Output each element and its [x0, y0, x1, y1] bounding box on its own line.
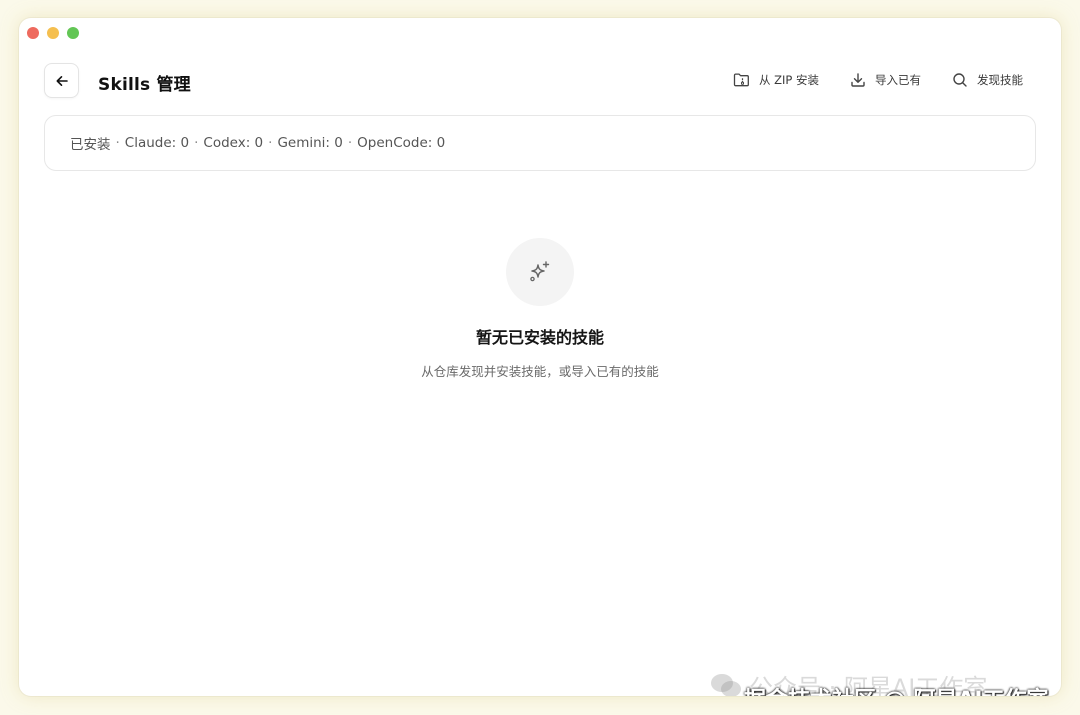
- wechat-icon: [711, 673, 741, 696]
- maximize-window-button[interactable]: [67, 27, 79, 39]
- page-title: Skills 管理: [98, 75, 191, 95]
- discover-skills-button[interactable]: 发现技能: [952, 72, 1023, 88]
- screen: Skills 管理 从 ZIP 安装 导入已有 发现技能 已安装 · Claud…: [0, 0, 1080, 715]
- app-window: Skills 管理 从 ZIP 安装 导入已有 发现技能 已安装 · Claud…: [19, 18, 1061, 696]
- search-icon: [953, 73, 967, 87]
- install-from-zip-button[interactable]: 从 ZIP 安装: [733, 72, 819, 88]
- sparkles-icon: [530, 261, 550, 282]
- separator-dot: ·: [347, 135, 353, 151]
- codex-count: Codex: 0: [203, 135, 264, 151]
- import-existing-button[interactable]: 导入已有: [850, 72, 921, 88]
- close-window-button[interactable]: [27, 27, 39, 39]
- arrow-left-icon: [56, 75, 68, 86]
- separator-dot: ·: [268, 135, 273, 151]
- gemini-count: Gemini: 0: [277, 135, 343, 151]
- empty-state-title: 暂无已安装的技能: [475, 328, 604, 347]
- separator-dot: ·: [194, 135, 199, 151]
- claude-count: Claude: 0: [124, 135, 190, 151]
- back-button[interactable]: [44, 63, 79, 98]
- install-from-zip-label: 从 ZIP 安装: [758, 73, 819, 87]
- header-actions: 从 ZIP 安装 导入已有 发现技能: [702, 72, 1023, 88]
- folder-zip-icon: [733, 73, 749, 87]
- download-icon: [851, 73, 865, 87]
- opencode-count: OpenCode: 0: [357, 135, 446, 151]
- installed-summary-bar: 已安装 · Claude: 0 · Codex: 0 · Gemini: 0 ·…: [44, 115, 1036, 171]
- discover-skills-label: 发现技能: [977, 73, 1023, 87]
- import-existing-label: 导入已有: [875, 73, 921, 87]
- minimize-window-button[interactable]: [47, 27, 59, 39]
- separator-dot: ·: [115, 135, 120, 151]
- window-controls: [27, 27, 79, 39]
- juejin-watermark: 掘金技术社区 @ 阿星AI工作室: [744, 682, 1049, 696]
- installed-label: 已安装: [70, 137, 111, 153]
- empty-state-icon-badge: [506, 238, 574, 306]
- empty-state-description: 从仓库发现并安装技能，或导入已有的技能: [421, 364, 659, 379]
